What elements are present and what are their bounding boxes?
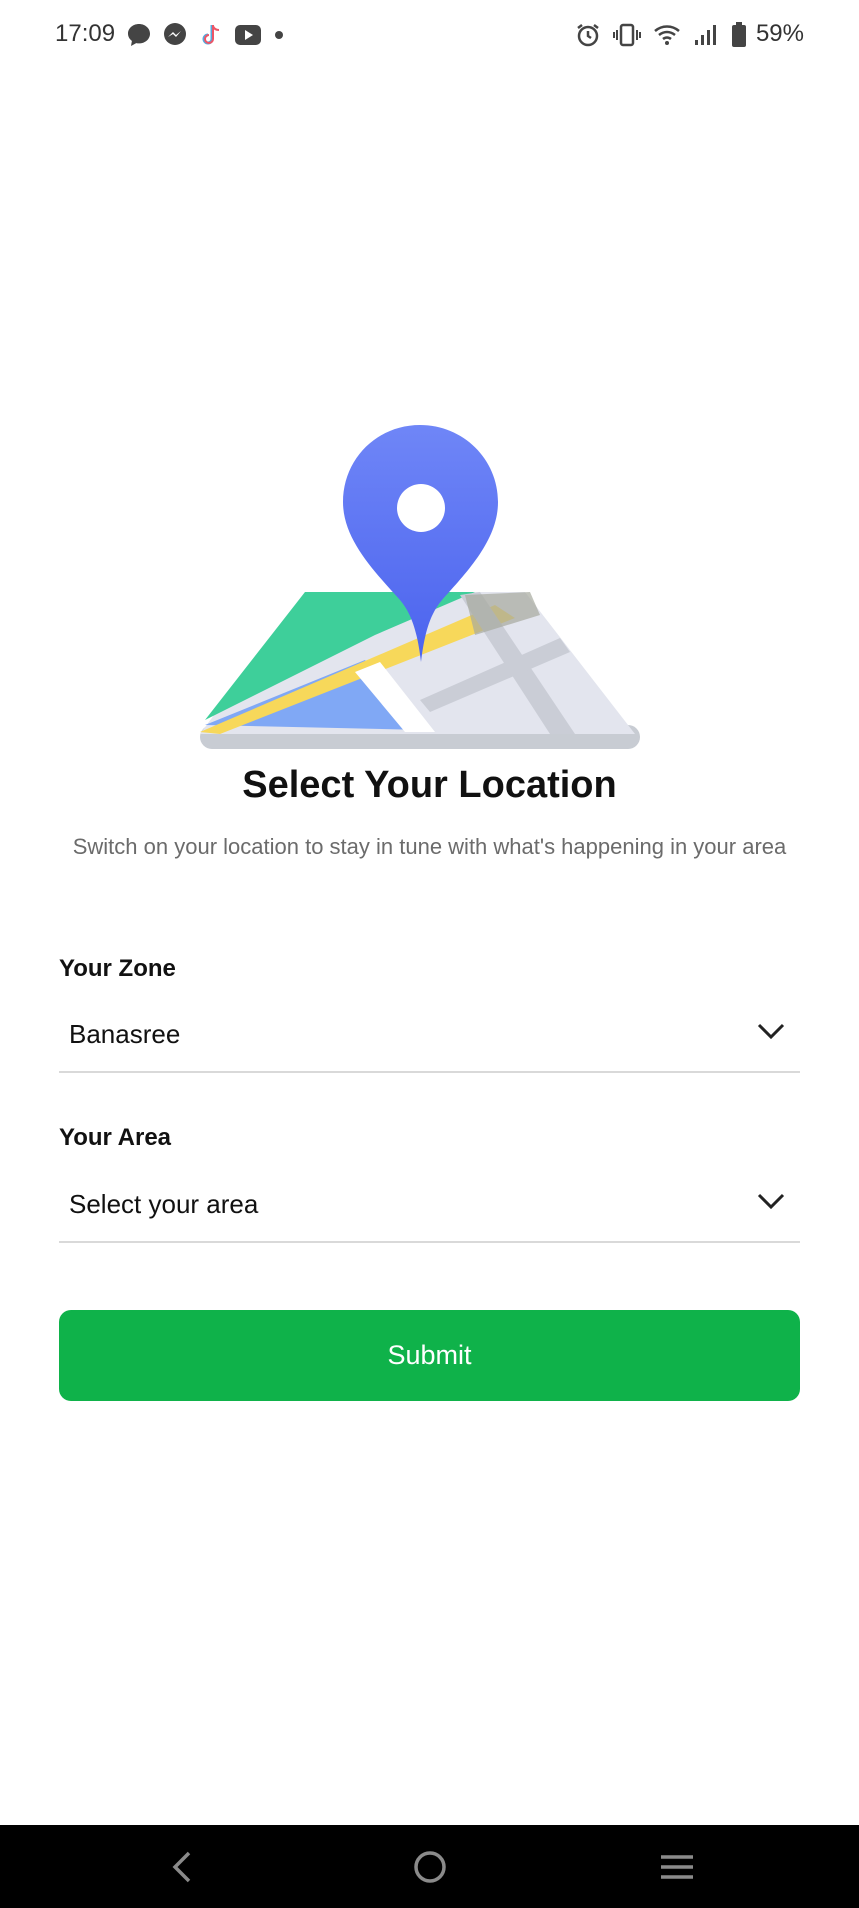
- tiktok-icon: [198, 22, 224, 53]
- navigation-bar: [0, 1825, 859, 1908]
- zone-label: Your Zone: [59, 955, 176, 982]
- youtube-icon: [234, 24, 262, 51]
- back-icon[interactable]: [165, 1847, 201, 1892]
- area-value: Select your area: [69, 1189, 259, 1219]
- home-icon[interactable]: [410, 1847, 450, 1892]
- battery-percentage: 59%: [755, 20, 804, 47]
- chevron-down-icon: [756, 1191, 786, 1216]
- alarm-icon: [575, 22, 601, 53]
- vibrate-icon: [613, 22, 641, 53]
- page-title: Select Your Location: [242, 764, 617, 806]
- submit-button[interactable]: Submit: [59, 1310, 800, 1401]
- page-subtitle: Switch on your location to stay in tune …: [72, 834, 787, 859]
- status-time: 17:09: [55, 20, 116, 47]
- zone-value: Banasree: [69, 1019, 181, 1049]
- notification-icons: [126, 22, 286, 52]
- wifi-icon: [653, 23, 681, 52]
- battery-icon: [731, 21, 747, 53]
- area-label: Your Area: [59, 1124, 172, 1151]
- system-icons: [575, 21, 747, 53]
- menu-icon[interactable]: [657, 1847, 697, 1892]
- zone-dropdown[interactable]: Banasree: [59, 999, 800, 1073]
- map-location-pin-icon: [195, 420, 645, 765]
- dot-icon: [272, 28, 286, 47]
- message-icon: [126, 22, 152, 53]
- messenger-icon: [162, 22, 188, 53]
- signal-icon: [693, 23, 719, 52]
- area-dropdown[interactable]: Select your area: [59, 1169, 800, 1243]
- status-bar: 17:09 59%: [0, 0, 859, 72]
- chevron-down-icon: [756, 1021, 786, 1046]
